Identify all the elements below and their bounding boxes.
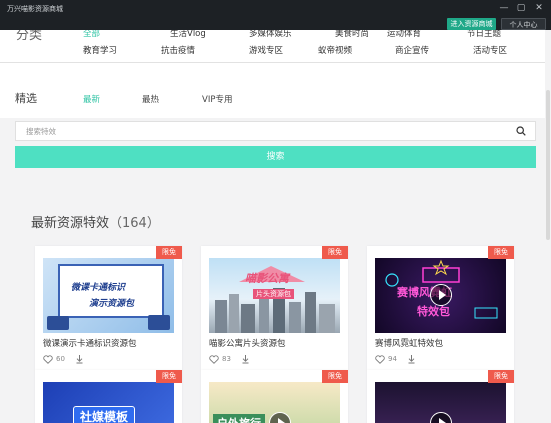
play-icon[interactable] [269, 412, 291, 423]
card-thumbnail[interactable]: 赛博风霓虹 特效包 [375, 258, 506, 333]
free-badge: 限免 [488, 370, 514, 383]
free-badge: 限免 [156, 246, 182, 259]
free-badge: 限免 [322, 370, 348, 383]
filter-panel: 精选 最新 最热 VIP专用 [0, 63, 551, 118]
download-icon[interactable] [407, 354, 416, 364]
minimize-button[interactable]: — [497, 2, 511, 14]
card-thumbnail[interactable]: 户外旅行 [209, 382, 340, 423]
card-title: 赛博风霓虹特效包 [375, 339, 444, 349]
search-button[interactable]: 搜索 [15, 146, 536, 168]
thumb-line-1: 喵影公寓 [245, 272, 289, 285]
search-input[interactable]: 搜索特效 [15, 121, 536, 141]
category-panel: 分类 全部 生活Vlog 多媒体娱乐 美食时尚 运动体育 节日主题 教育学习 抗… [0, 30, 551, 62]
heart-icon[interactable] [375, 355, 385, 364]
resource-card[interactable]: 限免 [367, 370, 514, 423]
user-center-button[interactable]: 个人中心 [501, 18, 546, 30]
resource-card[interactable]: 赛博风霓虹 特效包 限免 赛博风霓虹特效包 94 [367, 246, 514, 371]
category-food-fashion[interactable]: 美食时尚 [335, 30, 369, 39]
thumb-line-1: 社媒模板 [73, 406, 136, 423]
section-title-text: 最新资源特效 [31, 216, 110, 231]
card-title: 微课演示卡通标识资源包 [43, 339, 137, 349]
category-epidemic[interactable]: 抗击疫情 [161, 44, 195, 56]
category-all[interactable]: 全部 [83, 30, 100, 39]
thumb-line-1: 微课卡通标识 [71, 283, 126, 293]
card-title: 喵影公寓片头资源包 [209, 339, 286, 349]
title-bar: 万兴喵影资源商城 — ▢ ✕ 进入资源商城 个人中心 [0, 0, 551, 30]
free-badge: 限免 [488, 246, 514, 259]
like-count: 94 [388, 355, 397, 363]
category-festival[interactable]: 节日主题 [467, 30, 501, 39]
tab-hottest[interactable]: 最热 [142, 93, 159, 105]
category-heading: 分类 [16, 30, 43, 43]
search-placeholder: 搜索特效 [26, 127, 56, 136]
play-icon[interactable] [430, 284, 452, 306]
scrollbar[interactable] [545, 30, 551, 423]
free-badge: 限免 [156, 370, 182, 383]
category-multimedia[interactable]: 多媒体娱乐 [249, 30, 292, 39]
thumb-line-1: 户外旅行 [213, 414, 265, 423]
category-education[interactable]: 教育学习 [83, 44, 117, 56]
category-sports[interactable]: 运动体育 [387, 30, 421, 39]
thumb-line-2: 特效包 [417, 305, 450, 318]
category-video[interactable]: 蚁帝视频 [318, 44, 352, 56]
heart-icon[interactable] [209, 355, 219, 364]
free-badge: 限免 [322, 246, 348, 259]
thumb-line-2: 片头资源包 [253, 289, 294, 299]
app-window: 万兴喵影资源商城 — ▢ ✕ 进入资源商城 个人中心 分类 全部 生活Vlog … [0, 0, 551, 423]
download-icon[interactable] [241, 354, 250, 364]
resource-card[interactable]: 喵影公寓 片头资源包 限免 喵影公寓片头资源包 83 [201, 246, 348, 371]
thumb-line-2: 演示资源包 [89, 299, 135, 309]
card-thumbnail[interactable]: 微课卡通标识 演示资源包 [43, 258, 174, 333]
section-title: 最新资源特效（164） [31, 212, 160, 231]
download-icon[interactable] [75, 354, 84, 364]
category-vlog[interactable]: 生活Vlog [170, 30, 206, 39]
enter-store-button[interactable]: 进入资源商城 [447, 18, 496, 30]
resource-card[interactable]: 户外旅行 限免 [201, 370, 348, 423]
section-count: （164） [109, 216, 160, 231]
heart-icon[interactable] [43, 355, 53, 364]
featured-heading: 精选 [15, 92, 37, 105]
category-activity[interactable]: 活动专区 [473, 44, 507, 56]
scrollbar-thumb[interactable] [546, 90, 550, 240]
play-icon[interactable] [430, 412, 452, 423]
maximize-button[interactable]: ▢ [514, 2, 528, 14]
tab-vip[interactable]: VIP专用 [202, 93, 232, 105]
card-thumbnail[interactable]: 喵影公寓 片头资源包 [209, 258, 340, 333]
category-game[interactable]: 游戏专区 [249, 44, 283, 56]
resource-card[interactable]: 微课卡通标识 演示资源包 限免 微课演示卡通标识资源包 60 [35, 246, 182, 371]
category-business[interactable]: 商企宣传 [395, 44, 429, 56]
like-count: 83 [222, 355, 231, 363]
close-button[interactable]: ✕ [532, 2, 546, 14]
window-title: 万兴喵影资源商城 [7, 5, 63, 13]
like-count: 60 [56, 355, 65, 363]
resource-card[interactable]: 社媒模板 限免 [35, 370, 182, 423]
tab-latest[interactable]: 最新 [83, 93, 100, 105]
card-thumbnail[interactable] [375, 382, 506, 423]
search-icon[interactable] [516, 126, 526, 136]
card-thumbnail[interactable]: 社媒模板 [43, 382, 174, 423]
